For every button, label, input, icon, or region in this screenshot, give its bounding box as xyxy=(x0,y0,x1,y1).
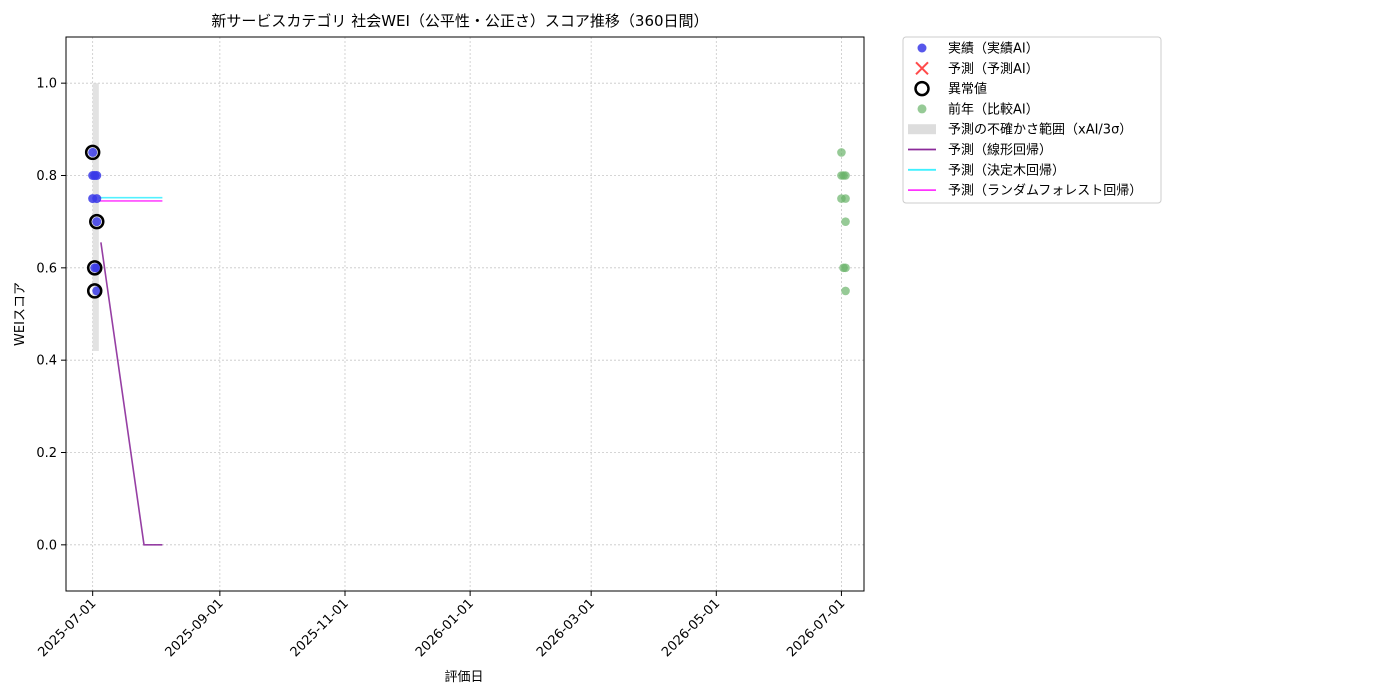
last-year-point xyxy=(841,171,850,180)
last-year-point xyxy=(837,148,846,157)
x-axis: 2025-07-01 2025-09-01 2025-11-01 2026-01-01… xyxy=(35,591,848,660)
y-tick-label: 0.6 xyxy=(36,261,57,276)
legend-swatch xyxy=(908,124,936,135)
y-tick-label: 0.8 xyxy=(36,169,57,184)
chart-title: 新サービスカテゴリ 社会WEI（公平性・公正さ）スコア推移（360日間） xyxy=(211,12,708,30)
last-year-point xyxy=(841,263,850,273)
last-year-point xyxy=(841,286,850,296)
x-tick-label: 2026-03-01 xyxy=(534,596,598,660)
x-tick-label: 2026-01-01 xyxy=(413,596,477,660)
legend: 実績（実績AI） 予測（予測AI） 異常値前年（比較AI） 予測の不確かさ範囲（xAI… xyxy=(902,36,1162,204)
y-axis-label: WEIスコア xyxy=(13,282,28,346)
x-tick-label: 2026-05-01 xyxy=(659,596,723,660)
linear-regression-line xyxy=(100,242,163,546)
last-year-point xyxy=(841,217,850,226)
legend-swatch xyxy=(917,43,927,53)
x-tick-label: 2025-09-01 xyxy=(163,596,227,660)
legend-label: 予測（線形回帰） xyxy=(948,142,1052,158)
legend-label: 実績（実績AI） xyxy=(948,41,1039,57)
x-tick-label: 2026-07-01 xyxy=(784,596,848,660)
y-tick-label: 1.0 xyxy=(36,77,57,92)
y-tick-label: 0.2 xyxy=(36,446,57,461)
actual-point xyxy=(92,217,102,227)
actual-point xyxy=(88,147,98,157)
x-axis-label: 評価日 xyxy=(444,670,483,685)
y-tick-label: 0.4 xyxy=(36,354,57,369)
y-axis: 0.0 0.2 0.4 0.6 0.8 1.0 xyxy=(36,77,66,553)
plot-frame xyxy=(65,36,865,592)
x-tick-label: 2025-07-01 xyxy=(35,596,99,660)
legend-label: 異常値 xyxy=(948,81,987,97)
legend-label: 予測（ランダムフォレスト回帰） xyxy=(948,183,1142,199)
y-tick-label: 0.0 xyxy=(36,538,57,553)
actual-point xyxy=(92,171,102,180)
chart: 新サービスカテゴリ 社会WEI（公平性・公正さ）スコア推移（360日間） 202… xyxy=(13,12,1162,685)
plot-area xyxy=(84,83,850,546)
legend-label: 予測の不確かさ範囲（xAI/3σ） xyxy=(948,122,1132,138)
legend-label: 予測（決定木回帰） xyxy=(948,162,1065,178)
legend-label: 前年（比較AI） xyxy=(948,101,1039,117)
x-tick-label: 2025-11-01 xyxy=(288,596,352,660)
grid xyxy=(66,37,864,591)
actual-point xyxy=(92,194,102,204)
legend-label: 予測（予測AI） xyxy=(948,62,1039,77)
last-year-point xyxy=(841,194,850,203)
legend-swatch xyxy=(917,104,927,114)
